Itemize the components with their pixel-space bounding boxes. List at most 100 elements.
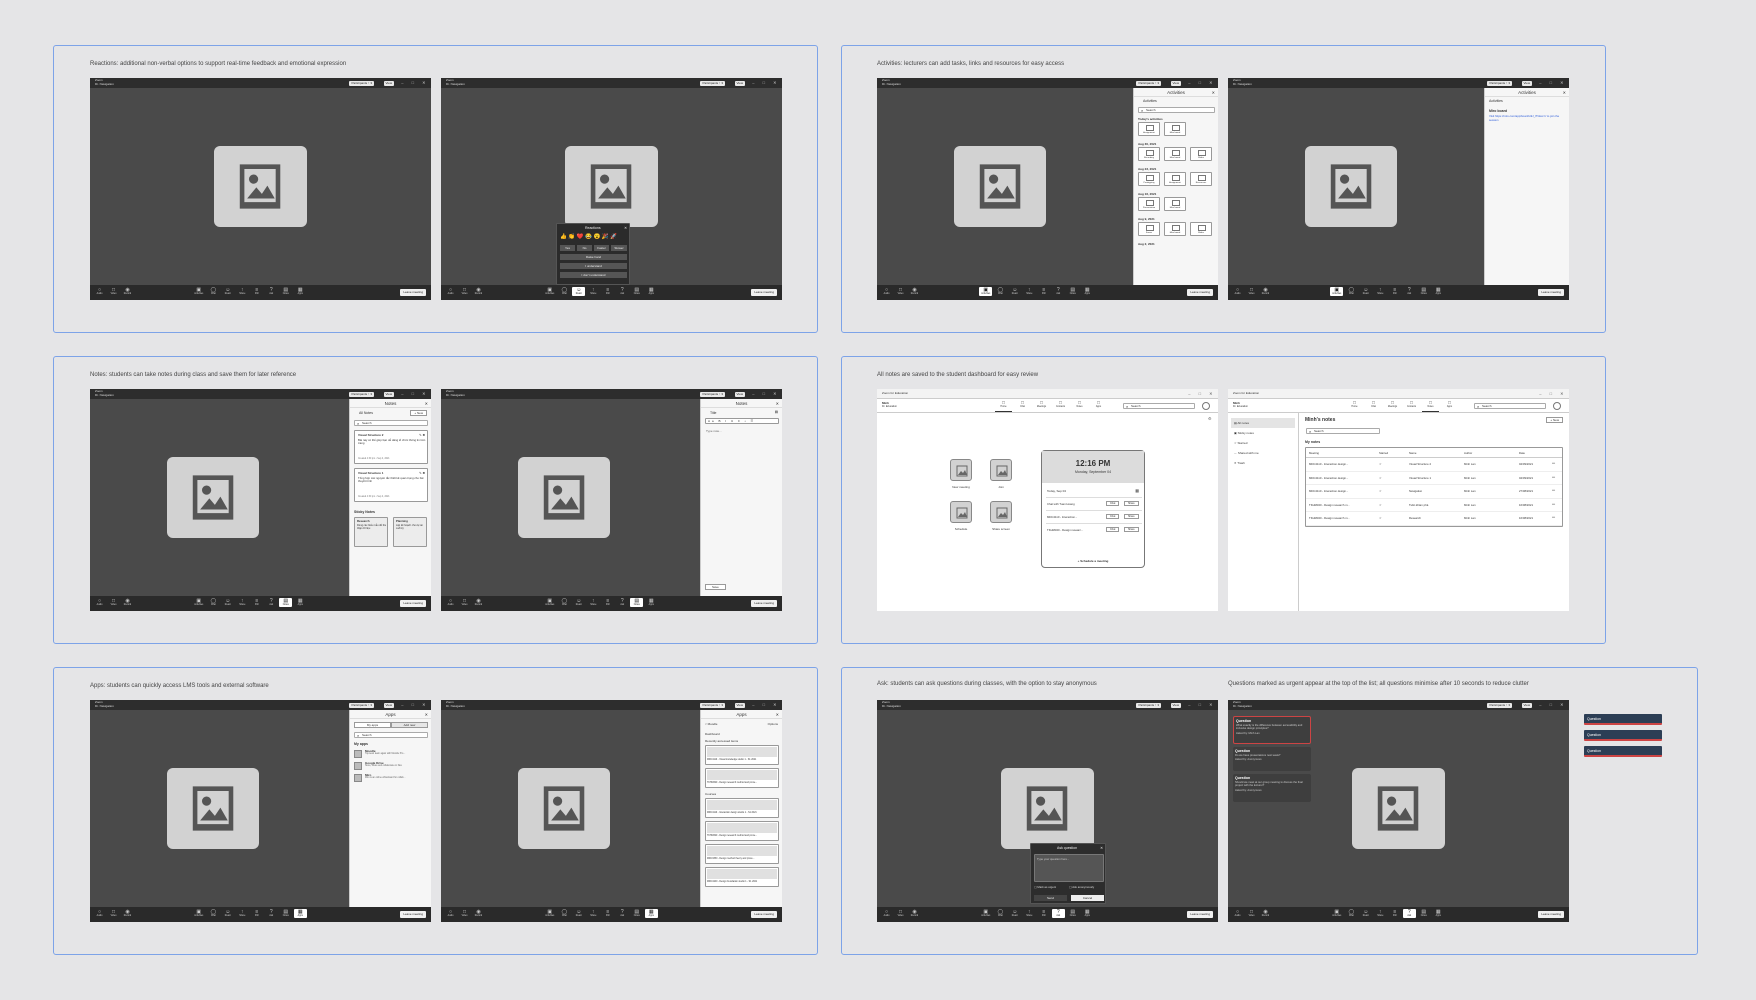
- toolbar-poll-button[interactable]: ≡ Poll: [601, 287, 614, 296]
- toolbar-ask-button[interactable]: ? Ask: [265, 287, 278, 296]
- minimized-question[interactable]: Question: [1584, 746, 1662, 757]
- toolbar-audio-button[interactable]: ○ Audio: [1231, 909, 1244, 918]
- leave-meeting-button[interactable]: Leave meeting: [400, 600, 426, 607]
- toolbar-record-button[interactable]: ◉ Record: [908, 909, 921, 918]
- leave-meeting-button[interactable]: Leave meeting: [1538, 289, 1564, 296]
- toolbar-activities-button[interactable]: ▣ Activities: [543, 909, 556, 918]
- app-item-google-drive[interactable]: Google Drive Store, share and collaborat…: [354, 761, 430, 773]
- toolbar-share-button[interactable]: ↑ Share: [587, 909, 600, 918]
- toolbar-notes-button[interactable]: ▤ Notes: [1066, 909, 1079, 918]
- window-controls[interactable]: – □ ✕: [1539, 702, 1567, 707]
- toolbar-activities-button[interactable]: ▣ Activities: [979, 287, 993, 296]
- toolbar-video-button[interactable]: □ Video: [107, 598, 120, 607]
- window-controls[interactable]: – □ ✕: [401, 80, 429, 85]
- toolbar-apps-button[interactable]: ▦ Apps: [1432, 287, 1445, 296]
- toolbar-poll-button[interactable]: ≡ Poll: [601, 598, 614, 607]
- column-header[interactable]: Meeting: [1309, 451, 1319, 455]
- toolbar-activities-button[interactable]: ▣ Activities: [1330, 909, 1343, 918]
- my-notes-search-input[interactable]: Search: [1306, 428, 1380, 434]
- star-icon[interactable]: ☆: [1379, 489, 1382, 493]
- dont-understand-button[interactable]: I don't understand: [560, 272, 627, 278]
- nav-notes[interactable]: □ Notes: [1071, 400, 1088, 412]
- toolbar-react-button[interactable]: ☺ React: [572, 287, 586, 296]
- activity-item[interactable]: Assignment: [1138, 122, 1160, 136]
- activity-back-button[interactable]: Activities: [1489, 99, 1503, 103]
- window-controls[interactable]: – □ ✕: [752, 80, 780, 85]
- dashboard-search-input[interactable]: Search: [1123, 403, 1195, 409]
- leave-meeting-button[interactable]: Leave meeting: [751, 600, 777, 607]
- activity-item[interactable]: Resources: [1190, 172, 1212, 186]
- window-controls[interactable]: – □ ✕: [1188, 391, 1216, 396]
- activity-detail-link[interactable]: Visit https://miro.com/app/board/o9J_lTG…: [1489, 114, 1565, 122]
- toolbar-react-button[interactable]: ☺ React: [221, 287, 234, 296]
- urgent-checkbox[interactable]: ▢ Mark as urgent: [1034, 885, 1056, 889]
- toolbar-share-button[interactable]: ↑ Share: [236, 909, 249, 918]
- toolbar-react-button[interactable]: ☺ React: [1008, 909, 1021, 918]
- toolbar-video-button[interactable]: □ Video: [458, 598, 471, 607]
- toolbar-ask-button[interactable]: ? Ask: [616, 287, 629, 296]
- close-icon[interactable]: ✕: [776, 710, 779, 719]
- nav-contacts[interactable]: □ Contacts: [1403, 400, 1420, 412]
- toolbar-ask-button[interactable]: ? Ask: [1403, 287, 1416, 296]
- settings-icon[interactable]: ⚙: [1208, 416, 1212, 421]
- activities-search-input[interactable]: Search: [1138, 107, 1215, 113]
- tab-my-apps[interactable]: My apps: [354, 722, 391, 728]
- toolbar-video-button[interactable]: □ Video: [1245, 287, 1258, 296]
- toolbar-activities-button[interactable]: ▣ Activities: [979, 909, 992, 918]
- moodle-course-card[interactable]: MDC4110 - Interaction design studio 1 - …: [705, 798, 779, 818]
- table-row[interactable]: TKHM320 - Design research m... ☆ Research M…: [1306, 512, 1562, 526]
- toolbar-apps-button[interactable]: ▦ Apps: [293, 909, 307, 918]
- participants-button[interactable]: Participants ↑ 3: [1136, 80, 1161, 86]
- activity-item[interactable]: Miro board: [1164, 147, 1186, 161]
- sidebar-item-trash[interactable]: ✕ Trash: [1231, 458, 1295, 468]
- app-item-moodle[interactable]: Moodle Top-level learn again with Moodle…: [354, 749, 430, 761]
- tile-schedule[interactable]: Schedule: [947, 501, 977, 537]
- view-button[interactable]: View: [734, 391, 745, 397]
- toolbar-poll-button[interactable]: ≡ Poll: [250, 598, 263, 607]
- toolbar-poll-button[interactable]: ≡ Poll: [250, 909, 263, 918]
- toolbar-chat-button[interactable]: ◯ Chat: [558, 287, 571, 296]
- sidebar-item-all-notes[interactable]: ▤ All notes: [1231, 418, 1295, 428]
- close-icon[interactable]: ✕: [425, 399, 428, 408]
- notes-search-input[interactable]: Search: [354, 420, 428, 426]
- toolbar-audio-button[interactable]: ○ Audio: [444, 909, 457, 918]
- emoji-heart[interactable]: ❤️: [577, 234, 585, 240]
- meeting-row[interactable]: Chat with Tuan Hoang Chat Share: [1046, 497, 1142, 509]
- toolbar-react-button[interactable]: ☺ React: [1008, 287, 1021, 296]
- window-controls[interactable]: – □ ✕: [1539, 391, 1567, 396]
- toolbar-activities-button[interactable]: ▣ Activities: [1330, 287, 1344, 296]
- window-controls[interactable]: – □ ✕: [752, 391, 780, 396]
- toolbar-record-button[interactable]: ◉ Record: [1259, 909, 1272, 918]
- view-button[interactable]: View: [383, 80, 394, 86]
- toolbar-chat-button[interactable]: ◯ Chat: [558, 598, 571, 607]
- activity-item[interactable]: Presentation: [1138, 197, 1160, 211]
- activity-item[interactable]: Miro board: [1164, 222, 1186, 236]
- minimized-question[interactable]: Question: [1584, 714, 1662, 725]
- close-icon[interactable]: ✕: [425, 710, 428, 719]
- tile-new-meeting[interactable]: New meeting: [947, 459, 977, 495]
- emoji-clap[interactable]: 👏: [568, 234, 576, 240]
- leave-meeting-button[interactable]: Leave meeting: [1538, 911, 1564, 918]
- toolbar-poll-button[interactable]: ≡ Poll: [1037, 287, 1050, 296]
- toolbar-audio-button[interactable]: ○ Audio: [93, 287, 106, 296]
- avatar[interactable]: [1553, 402, 1561, 410]
- toolbar-audio-button[interactable]: ○ Audio: [444, 287, 457, 296]
- window-controls[interactable]: – □ ✕: [1188, 80, 1216, 85]
- toolbar-chat-button[interactable]: ◯ Chat: [1345, 909, 1358, 918]
- notes-search-top[interactable]: Search: [1474, 403, 1546, 409]
- more-options-icon[interactable]: •••: [1552, 488, 1555, 492]
- note-body-textarea[interactable]: Type note...: [706, 429, 722, 433]
- reaction-yes-button[interactable]: Yes: [560, 245, 575, 251]
- view-button[interactable]: View: [383, 702, 394, 708]
- toolbar-apps-button[interactable]: ▦ Apps: [645, 287, 658, 296]
- meeting-row[interactable]: MDC4110 - Interaction... Chat Share: [1046, 510, 1142, 522]
- table-row[interactable]: MDC4110 - Interaction design... ☆ Visual S…: [1306, 458, 1562, 472]
- toolbar-notes-button[interactable]: ▤ Notes: [1417, 909, 1430, 918]
- toolbar-react-button[interactable]: ☺ React: [221, 909, 234, 918]
- column-header[interactable]: Starred: [1379, 451, 1388, 455]
- leave-meeting-button[interactable]: Leave meeting: [1187, 911, 1213, 918]
- toolbar-video-button[interactable]: □ Video: [894, 287, 907, 296]
- schedule-meeting-button[interactable]: + Schedule a meeting: [1042, 559, 1144, 563]
- toolbar-poll-button[interactable]: ≡ Poll: [1388, 287, 1401, 296]
- window-controls[interactable]: – □ ✕: [401, 391, 429, 396]
